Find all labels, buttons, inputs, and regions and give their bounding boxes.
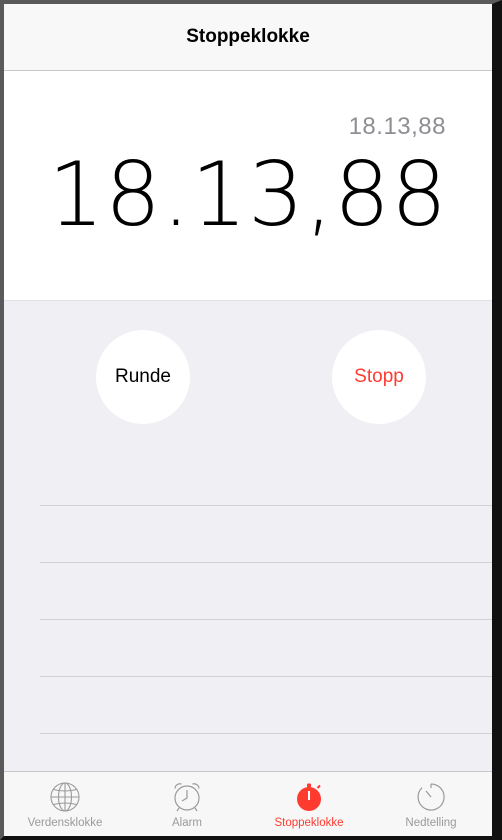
tab-label: Stoppeklokke xyxy=(274,817,344,829)
tab-label: Verdensklokke xyxy=(27,817,103,829)
globe-icon xyxy=(50,782,80,812)
controls-area: Runde Stopp xyxy=(4,300,492,777)
tab-timer[interactable]: Nedtelling xyxy=(370,772,492,836)
lap-list-divider xyxy=(40,505,492,506)
alarm-clock-icon xyxy=(174,783,200,812)
lap-list-divider xyxy=(40,676,492,677)
app-window: Stoppeklokke 18.13,88 18.13,88 Runde Sto… xyxy=(0,0,502,840)
page-title: Stoppeklokke xyxy=(186,26,310,47)
stopwatch-icon xyxy=(297,783,321,811)
tab-world-clock[interactable]: Verdensklokke xyxy=(4,772,126,836)
lap-list-divider xyxy=(40,619,492,620)
tab-alarm[interactable]: Alarm xyxy=(126,772,248,836)
navigation-bar: Stoppeklokke xyxy=(4,4,492,71)
stop-button[interactable]: Stopp xyxy=(332,330,426,424)
main-time-readout: 18.13,88 xyxy=(48,143,448,246)
tab-label: Alarm xyxy=(171,817,203,829)
tab-stopwatch[interactable]: Stoppeklokke xyxy=(248,772,370,836)
tab-bar: Verdensklokke Alarm Stoppeklokke Nedtell… xyxy=(4,771,492,836)
lap-time-readout: 18.13,88 xyxy=(348,113,446,140)
lap-button[interactable]: Runde xyxy=(96,330,190,424)
stopwatch-display: 18.13,88 18.13,88 xyxy=(4,71,492,300)
lap-list-divider xyxy=(40,562,492,563)
tab-label: Nedtelling xyxy=(405,817,457,829)
lap-list-divider xyxy=(40,733,492,734)
timer-icon xyxy=(417,783,445,811)
